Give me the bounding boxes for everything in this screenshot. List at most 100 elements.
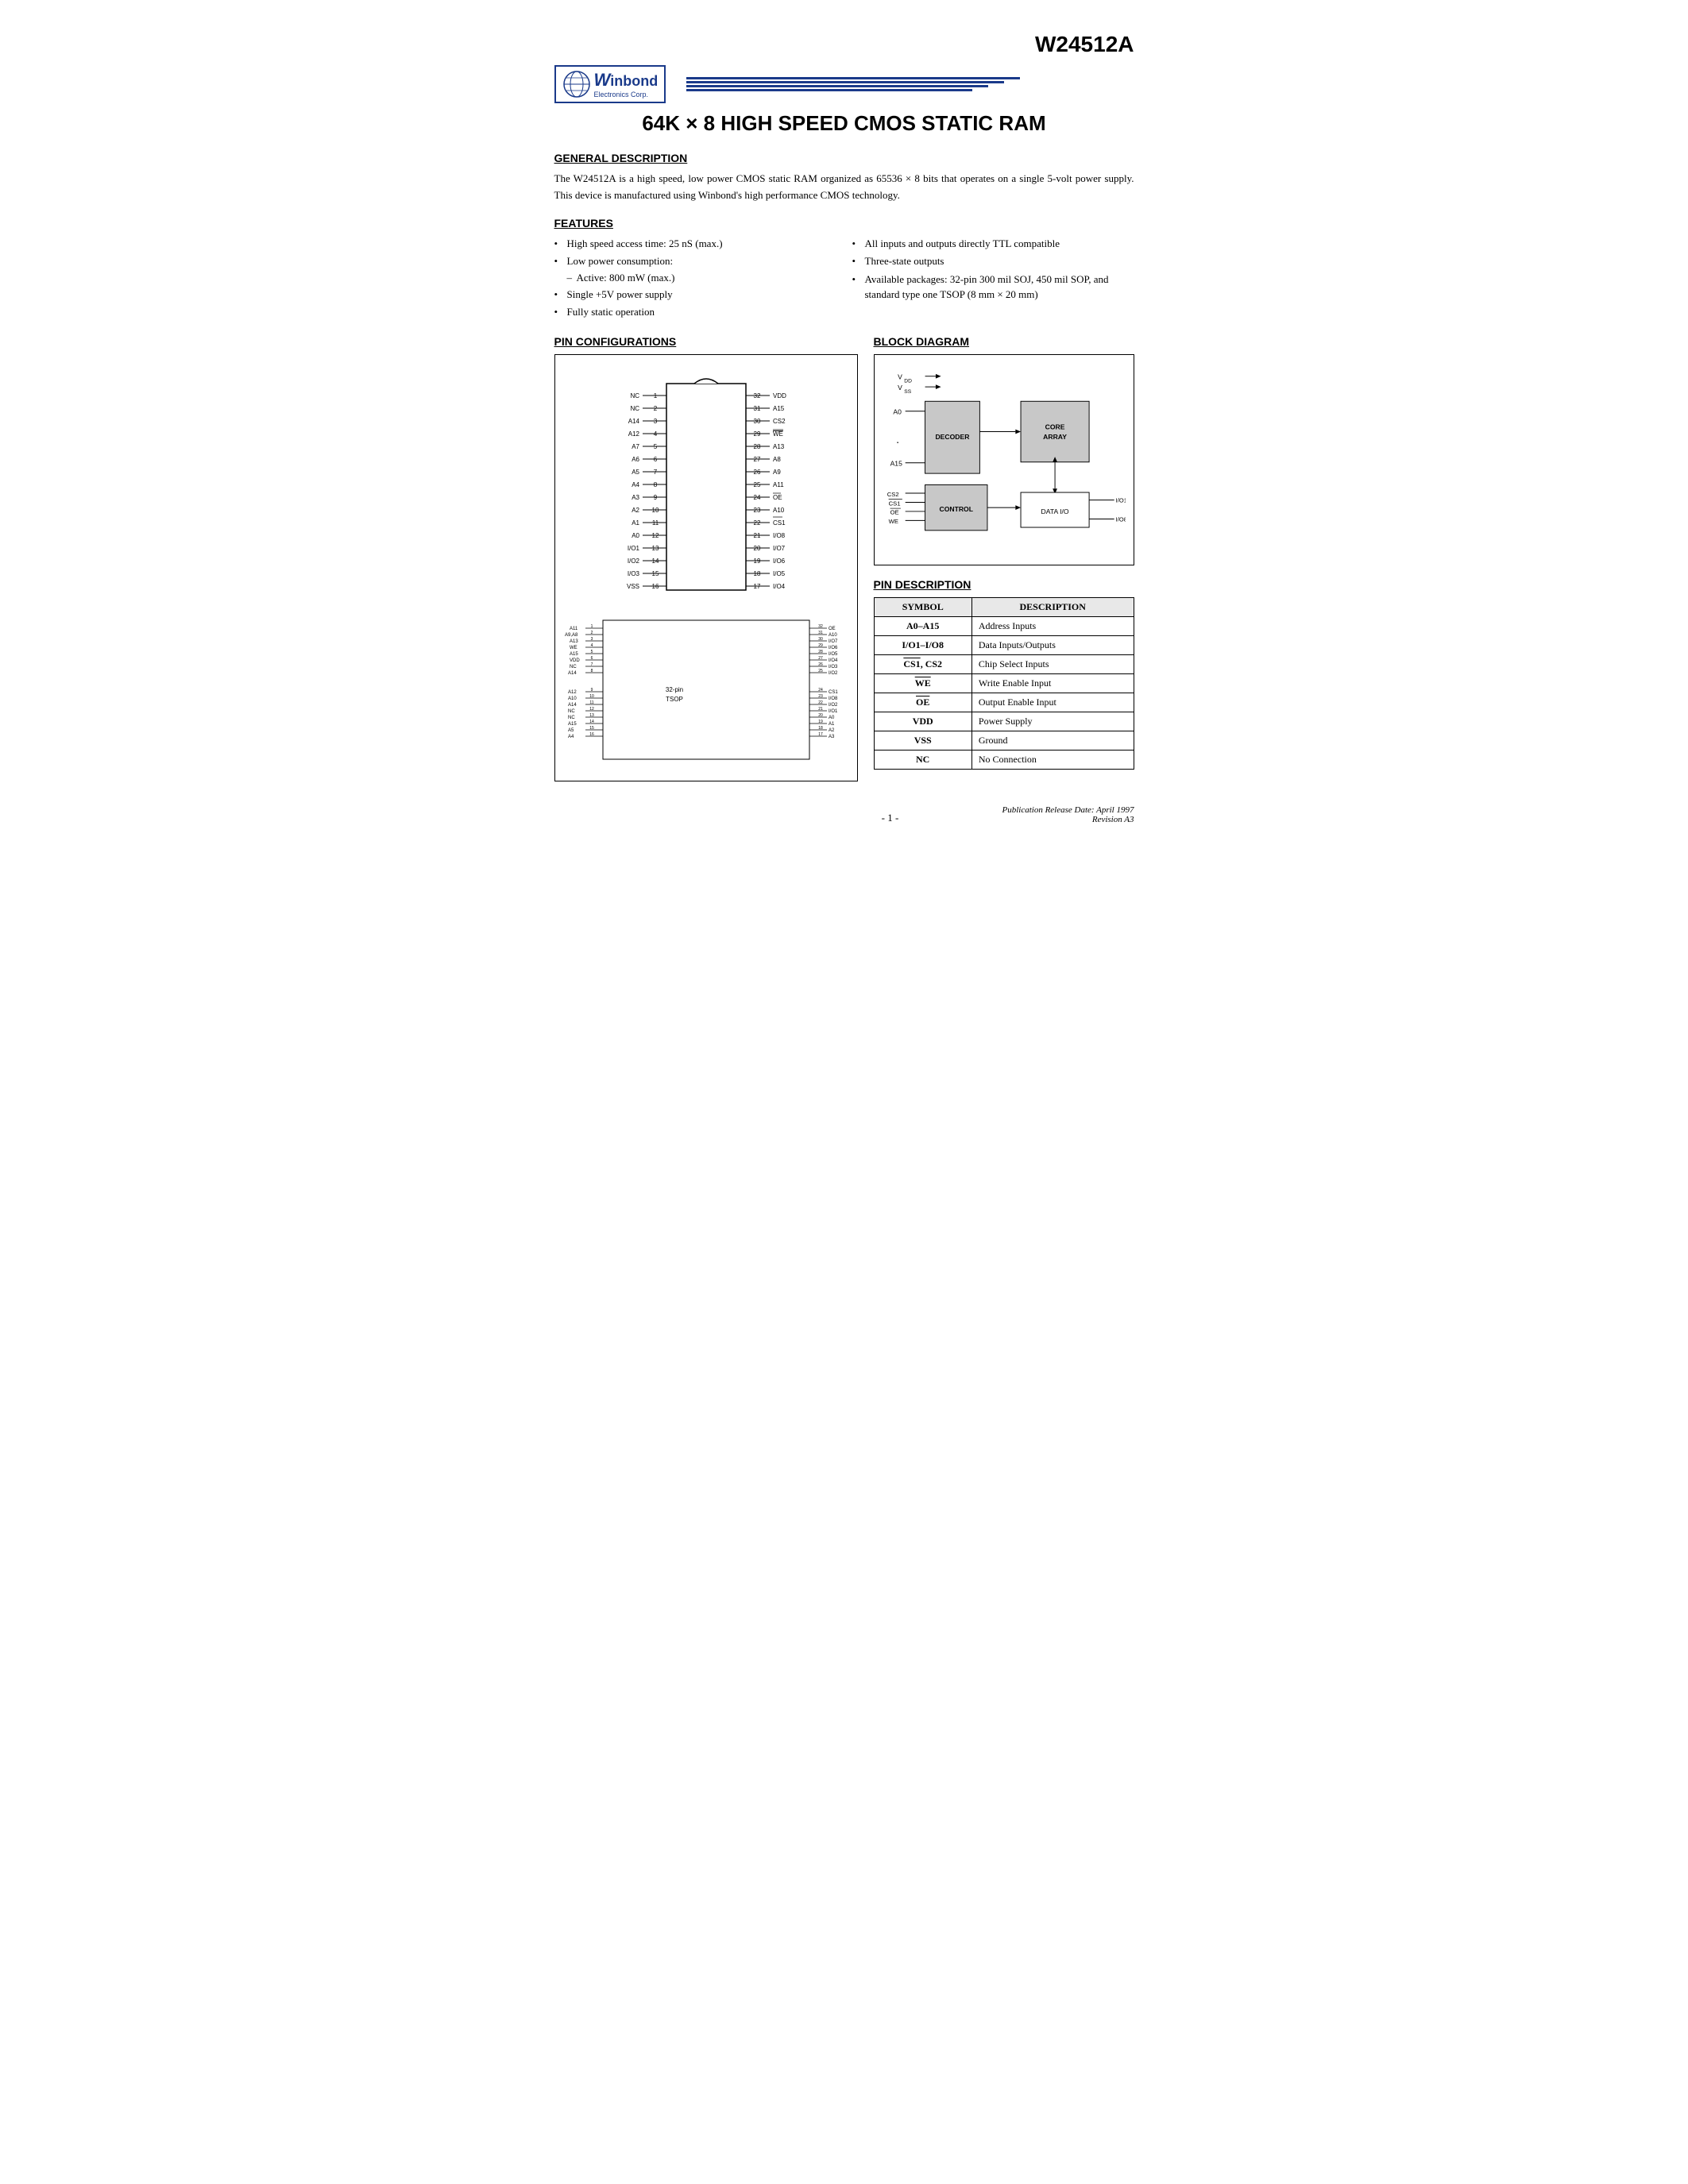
svg-text:I/O2: I/O2	[627, 558, 639, 565]
general-description-section: GENERAL DESCRIPTION The W24512A is a hig…	[554, 152, 1134, 204]
svg-text:CORE: CORE	[1045, 423, 1064, 430]
svg-text:5: 5	[590, 650, 593, 654]
svg-text:30: 30	[753, 418, 760, 425]
svg-text:25: 25	[753, 481, 760, 488]
block-diagram-box: V DD V SS A0 . A15 DECODER	[874, 354, 1134, 565]
svg-text:A6: A6	[632, 456, 639, 463]
features-grid: High speed access time: 25 nS (max.) Low…	[554, 236, 1134, 322]
description-cell: Address Inputs	[971, 616, 1134, 635]
svg-text:I/O8: I/O8	[1115, 515, 1125, 523]
svg-text:4: 4	[653, 430, 657, 438]
svg-text:13: 13	[589, 713, 594, 718]
svg-text:ARRAY: ARRAY	[1043, 433, 1067, 441]
pin-config-title: PIN CONFIGURATIONS	[554, 335, 858, 348]
features-right-col: All inputs and outputs directly TTL comp…	[852, 236, 1134, 322]
svg-text:9: 9	[653, 494, 657, 501]
symbol-cell: VSS	[874, 731, 971, 750]
symbol-cell: VDD	[874, 712, 971, 731]
tsop-svg: A11 A9,A8 A13 WE A15 VDD NC A14	[563, 612, 849, 771]
svg-text:10: 10	[651, 507, 659, 514]
svg-text:4: 4	[590, 643, 593, 648]
symbol-cell: WE	[874, 673, 971, 693]
svg-text:DATA I/O: DATA I/O	[1041, 507, 1068, 515]
svg-text:I/O6: I/O6	[773, 558, 786, 565]
logo-subtitle: Electronics Corp.	[594, 91, 659, 98]
svg-text:6: 6	[653, 456, 657, 463]
svg-text:NC: NC	[568, 709, 575, 714]
svg-text:A4: A4	[632, 481, 639, 488]
svg-text:11: 11	[589, 700, 593, 705]
feature-item: Fully static operation	[554, 304, 836, 320]
svg-text:NC: NC	[630, 405, 639, 412]
description-cell: Data Inputs/Outputs	[971, 635, 1134, 654]
table-row: NC No Connection	[874, 750, 1134, 769]
svg-text:A10: A10	[773, 507, 785, 514]
svg-text:I/O4: I/O4	[829, 658, 838, 663]
svg-text:20: 20	[753, 545, 760, 552]
svg-text:26: 26	[818, 662, 823, 667]
symbol-header: SYMBOL	[874, 597, 971, 616]
svg-text:27: 27	[753, 456, 760, 463]
table-row: OE Output Enable Input	[874, 693, 1134, 712]
pin-description-section: PIN DESCRIPTION SYMBOL DESCRIPTION A0–A1…	[874, 578, 1134, 770]
svg-text:I/O1: I/O1	[627, 545, 639, 552]
svg-text:26: 26	[753, 469, 760, 476]
svg-text:V DD: V DD	[898, 372, 912, 384]
symbol-cell: OE	[874, 693, 971, 712]
svg-text:A5: A5	[632, 469, 639, 476]
svg-text:WE: WE	[888, 518, 898, 525]
svg-text:A9: A9	[773, 469, 781, 476]
feature-item: High speed access time: 25 nS (max.)	[554, 236, 836, 252]
svg-text:I/O6: I/O6	[829, 646, 838, 650]
table-row: CS1, CS2 Chip Select Inputs	[874, 654, 1134, 673]
svg-text:22: 22	[753, 519, 760, 527]
symbol-cell: A0–A15	[874, 616, 971, 635]
svg-text:I/O2: I/O2	[829, 703, 838, 708]
svg-text:18: 18	[753, 570, 760, 577]
symbol-cell: NC	[874, 750, 971, 769]
description-cell: No Connection	[971, 750, 1134, 769]
general-description-text: The W24512A is a high speed, low power C…	[554, 171, 1134, 204]
description-cell: Power Supply	[971, 712, 1134, 731]
features-title: FEATURES	[554, 217, 1134, 230]
svg-text:A15: A15	[890, 459, 902, 467]
svg-text:22: 22	[818, 700, 823, 705]
svg-text:I/O4: I/O4	[773, 583, 786, 590]
svg-text:17: 17	[753, 583, 760, 590]
svg-text:A11: A11	[773, 481, 784, 488]
right-col: BLOCK DIAGRAM V DD V SS A0 . A15	[874, 335, 1134, 781]
symbol-cell: CS1, CS2	[874, 654, 971, 673]
svg-text:13: 13	[651, 545, 659, 552]
features-left-col: High speed access time: 25 nS (max.) Low…	[554, 236, 836, 322]
svg-text:A0: A0	[893, 407, 902, 415]
svg-text:8: 8	[590, 669, 593, 673]
svg-text:OE: OE	[890, 508, 898, 515]
svg-text:31: 31	[753, 405, 760, 412]
svg-text:OE: OE	[773, 494, 782, 501]
svg-text:12: 12	[651, 532, 659, 539]
svg-text:CS1: CS1	[829, 690, 838, 695]
description-cell: Chip Select Inputs	[971, 654, 1134, 673]
feature-item: Single +5V power supply	[554, 287, 836, 303]
svg-text:VDD: VDD	[773, 392, 786, 399]
svg-text:18: 18	[818, 726, 823, 731]
svg-text:WE: WE	[570, 646, 577, 650]
svg-text:24: 24	[818, 688, 823, 693]
svg-text:14: 14	[651, 558, 659, 565]
footer-revision: Revision A3	[1002, 815, 1134, 824]
svg-text:WE: WE	[773, 430, 783, 438]
svg-text:I/O8: I/O8	[829, 696, 838, 701]
svg-text:12: 12	[589, 707, 594, 712]
svg-text:A7: A7	[632, 443, 639, 450]
svg-text:20: 20	[818, 713, 823, 718]
svg-text:A3: A3	[632, 494, 639, 501]
block-diagram-svg: V DD V SS A0 . A15 DECODER	[883, 363, 1126, 554]
svg-text:17: 17	[818, 732, 823, 737]
svg-text:CS1: CS1	[773, 519, 786, 527]
svg-text:21: 21	[753, 532, 760, 539]
features-left-list: High speed access time: 25 nS (max.) Low…	[554, 236, 836, 269]
svg-text:32: 32	[753, 392, 760, 399]
table-header-row: SYMBOL DESCRIPTION	[874, 597, 1134, 616]
pin-config-col: PIN CONFIGURATIONS NC 1 NC 2	[554, 335, 858, 781]
svg-text:16: 16	[651, 583, 659, 590]
